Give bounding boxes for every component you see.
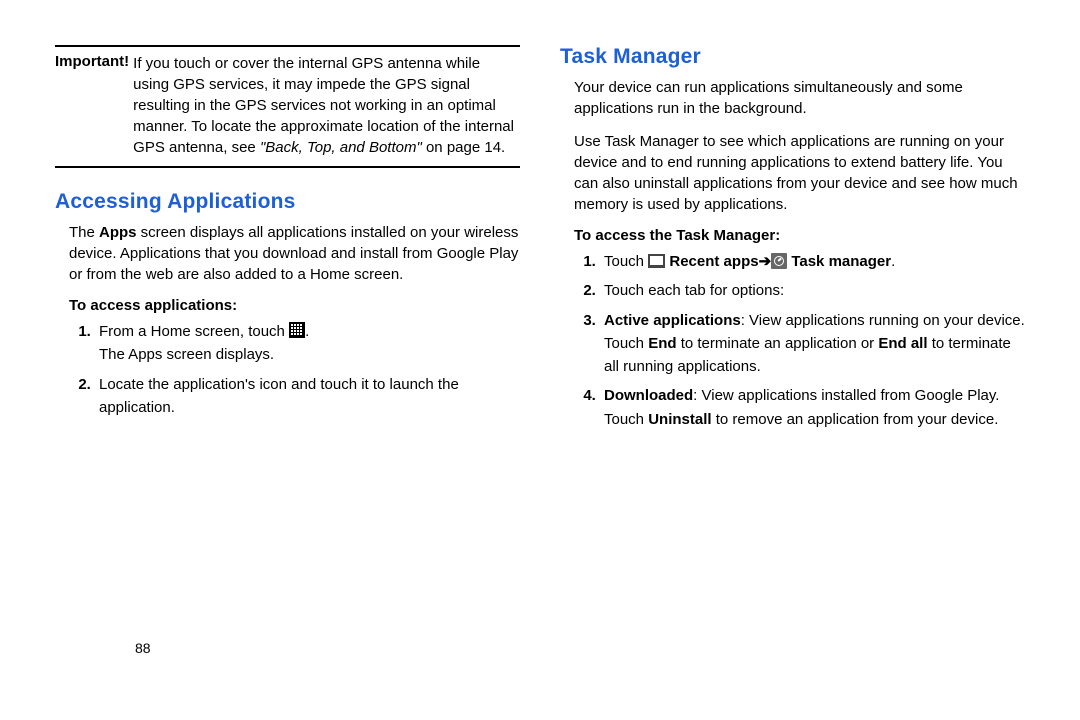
page-number: 88 (135, 640, 151, 656)
text: . (305, 323, 309, 340)
tm-step-2: Touch each tab for options: (600, 279, 1025, 302)
text-bold: Active applications (604, 312, 741, 329)
text-bold: Uninstall (648, 411, 711, 428)
note-reference: "Back, Top, and Bottom" (260, 139, 422, 156)
tm-step-1: Touch Recent apps ➔ Task manager. (600, 250, 1025, 273)
subhead-access-tm: To access the Task Manager: (574, 227, 1025, 244)
text: . (891, 253, 895, 270)
text-bold: Recent apps (669, 253, 758, 270)
text: screen displays all applications install… (69, 224, 518, 283)
steps-access-apps: From a Home screen, touch . The Apps scr… (69, 320, 520, 419)
text-bold: Apps (99, 224, 137, 241)
important-note: Important! If you touch or cover the int… (55, 45, 520, 168)
step-1: From a Home screen, touch . The Apps scr… (95, 320, 520, 367)
tm-para1: Your device can run applications simulta… (560, 77, 1025, 119)
recent-apps-icon (648, 254, 665, 268)
text-bold: Downloaded (604, 387, 693, 404)
text-bold: Task manager (791, 253, 891, 270)
text: to remove an application from your devic… (712, 411, 999, 428)
note-body: If you touch or cover the internal GPS a… (133, 53, 520, 158)
text: Touch (604, 253, 648, 270)
tm-para2: Use Task Manager to see which applicatio… (560, 131, 1025, 215)
text: The (69, 224, 99, 241)
arrow-icon: ➔ (759, 250, 772, 273)
steps-task-manager: Touch Recent apps ➔ Task manager. Touch … (574, 250, 1025, 431)
text-bold: End (648, 335, 676, 352)
step-2: Locate the application's icon and touch … (95, 373, 520, 420)
text: From a Home screen, touch (99, 323, 289, 340)
apps-paragraph: The Apps screen displays all application… (55, 222, 520, 285)
task-manager-icon (771, 253, 787, 269)
apps-grid-icon (289, 323, 305, 340)
tm-step-4: Downloaded: View applications installed … (600, 384, 1025, 431)
text: to terminate an application or (677, 335, 879, 352)
text-bold: End all (878, 335, 927, 352)
heading-task-manager: Task Manager (560, 45, 1025, 69)
note-page-ref: on page 14. (422, 139, 505, 156)
tm-step-3: Active applications: View applications r… (600, 309, 1025, 379)
text: The Apps screen displays. (99, 346, 274, 363)
heading-accessing-applications: Accessing Applications (55, 190, 520, 214)
note-label: Important! (55, 53, 129, 70)
subhead-access-apps: To access applications: (69, 297, 520, 314)
